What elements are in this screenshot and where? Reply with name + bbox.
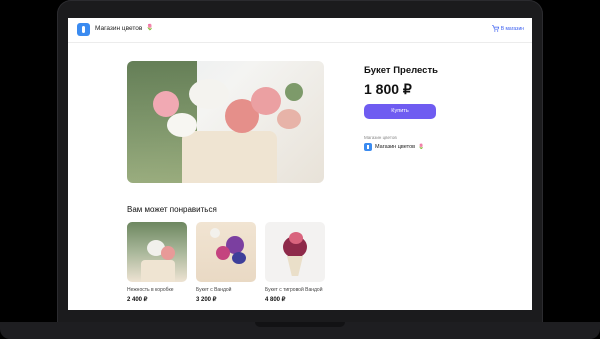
image-flower — [285, 83, 303, 101]
recommendation-price: 2 400 ₽ — [127, 296, 148, 303]
store-name[interactable]: Магазин цветов — [95, 25, 142, 32]
recommendation-price: 3 200 ₽ — [196, 296, 217, 303]
recommendation-price: 4 800 ₽ — [265, 296, 286, 303]
laptop-base — [0, 322, 600, 339]
image-flower — [277, 109, 301, 129]
image-flower — [210, 228, 220, 238]
recommendation-name: Букет с Вандой — [196, 287, 232, 293]
cart-link[interactable]: В магазин — [491, 25, 524, 32]
product-price: 1 800 ₽ — [364, 81, 412, 97]
recommendation-name: Букет с тигровой Вандой — [265, 287, 323, 293]
flower-emoji-icon: 🌷 — [418, 144, 425, 150]
image-flower — [251, 87, 281, 115]
image-box — [141, 260, 175, 282]
recommendation-image[interactable] — [127, 222, 187, 282]
image-flower — [232, 252, 246, 264]
recommendation-card[interactable]: Букет с Вандой 3 200 ₽ — [196, 222, 256, 303]
recommendation-image[interactable] — [196, 222, 256, 282]
recommendation-image[interactable] — [265, 222, 325, 282]
recommendation-card[interactable]: Нежность в коробке 2 400 ₽ — [127, 222, 187, 303]
recommendations-title: Вам может понравиться — [127, 205, 217, 214]
seller-caption: Магазин цветов — [364, 135, 397, 140]
header: Магазин цветов 🌷 В магазин — [68, 18, 532, 43]
seller-name: Магазин цветов — [375, 144, 416, 150]
cart-icon — [491, 25, 499, 32]
recommendation-name: Нежность в коробке — [127, 287, 174, 293]
product-title: Букет Прелесть — [364, 65, 438, 76]
flower-emoji-icon: 🌷 — [146, 25, 154, 31]
image-flower — [161, 246, 175, 260]
image-flower — [189, 79, 229, 109]
buy-button[interactable]: Купить — [364, 104, 436, 119]
laptop-notch — [255, 322, 345, 327]
seller-link[interactable]: Магазин цветов 🌷 — [364, 143, 424, 151]
image-flower — [289, 232, 303, 244]
seller-logo-icon — [364, 143, 372, 151]
cart-label: В магазин — [500, 25, 524, 32]
store-logo-icon[interactable] — [77, 23, 90, 36]
recommendation-card[interactable]: Букет с тигровой Вандой 4 800 ₽ — [265, 222, 325, 303]
product-image[interactable] — [127, 61, 324, 183]
image-flower — [167, 113, 197, 137]
image-flower — [216, 246, 230, 260]
image-box — [182, 131, 277, 183]
image-wrap — [287, 256, 303, 276]
screen: Магазин цветов 🌷 В магазин Букет Прелест… — [68, 18, 532, 310]
